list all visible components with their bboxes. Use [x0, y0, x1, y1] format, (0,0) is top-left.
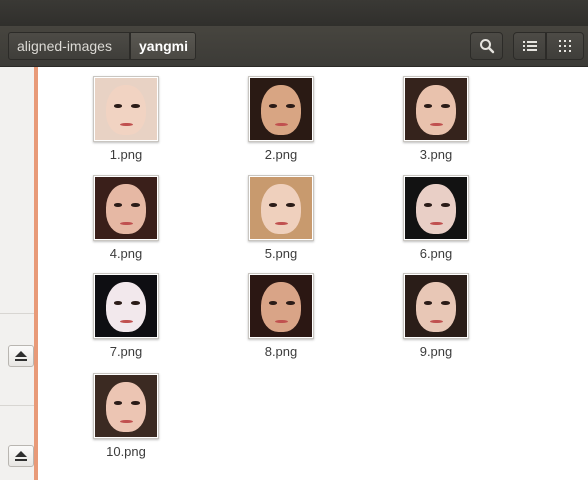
- file-item[interactable]: 2.png: [231, 76, 331, 162]
- file-thumbnail[interactable]: [248, 76, 314, 142]
- grid-view-icon: [559, 40, 571, 52]
- file-name-label: 8.png: [264, 344, 298, 359]
- sidebar-divider: [0, 405, 34, 406]
- grid-view-button[interactable]: [546, 32, 584, 60]
- file-name-label: 1.png: [109, 147, 143, 162]
- file-grid: 1.png 2.png 3.png 4.png 5.png 6.png 7.png 8.png…: [38, 67, 588, 480]
- file-item[interactable]: 7.png: [76, 273, 176, 359]
- file-item[interactable]: 10.png: [76, 373, 176, 459]
- file-name-label: 10.png: [106, 444, 146, 459]
- search-icon: [479, 39, 494, 54]
- portrait-image: [250, 275, 312, 337]
- list-view-icon: [522, 41, 537, 51]
- portrait-image: [95, 78, 157, 140]
- file-item[interactable]: 5.png: [231, 175, 331, 261]
- file-thumbnail[interactable]: [93, 373, 159, 439]
- file-name-label: 2.png: [264, 147, 298, 162]
- eject-icon: [15, 351, 27, 361]
- portrait-image: [405, 177, 467, 239]
- sidebar: [0, 67, 35, 480]
- toolbar: aligned-images yangmi: [0, 26, 588, 67]
- search-button[interactable]: [470, 32, 503, 60]
- window-titlebar: [0, 0, 588, 26]
- file-name-label: 6.png: [419, 246, 453, 261]
- portrait-image: [405, 78, 467, 140]
- eject-icon: [15, 451, 27, 461]
- file-thumbnail[interactable]: [93, 175, 159, 241]
- file-item[interactable]: 3.png: [386, 76, 486, 162]
- file-item[interactable]: 8.png: [231, 273, 331, 359]
- file-name-label: 7.png: [109, 344, 143, 359]
- breadcrumb-yangmi[interactable]: yangmi: [130, 32, 196, 60]
- file-thumbnail[interactable]: [403, 76, 469, 142]
- portrait-image: [95, 177, 157, 239]
- file-item[interactable]: 6.png: [386, 175, 486, 261]
- file-item[interactable]: 9.png: [386, 273, 486, 359]
- file-thumbnail[interactable]: [93, 76, 159, 142]
- file-name-label: 3.png: [419, 147, 453, 162]
- portrait-image: [95, 375, 157, 437]
- portrait-image: [250, 78, 312, 140]
- file-thumbnail[interactable]: [248, 273, 314, 339]
- portrait-image: [405, 275, 467, 337]
- file-thumbnail[interactable]: [93, 273, 159, 339]
- file-thumbnail[interactable]: [403, 175, 469, 241]
- portrait-image: [95, 275, 157, 337]
- file-item[interactable]: 4.png: [76, 175, 176, 261]
- portrait-image: [250, 177, 312, 239]
- eject-button[interactable]: [8, 445, 34, 467]
- sidebar-divider: [0, 313, 34, 314]
- file-item[interactable]: 1.png: [76, 76, 176, 162]
- eject-button[interactable]: [8, 345, 34, 367]
- breadcrumb-aligned-images[interactable]: aligned-images: [8, 32, 130, 60]
- list-view-button[interactable]: [513, 32, 546, 60]
- file-name-label: 9.png: [419, 344, 453, 359]
- file-name-label: 5.png: [264, 246, 298, 261]
- file-thumbnail[interactable]: [248, 175, 314, 241]
- file-name-label: 4.png: [109, 246, 143, 261]
- file-thumbnail[interactable]: [403, 273, 469, 339]
